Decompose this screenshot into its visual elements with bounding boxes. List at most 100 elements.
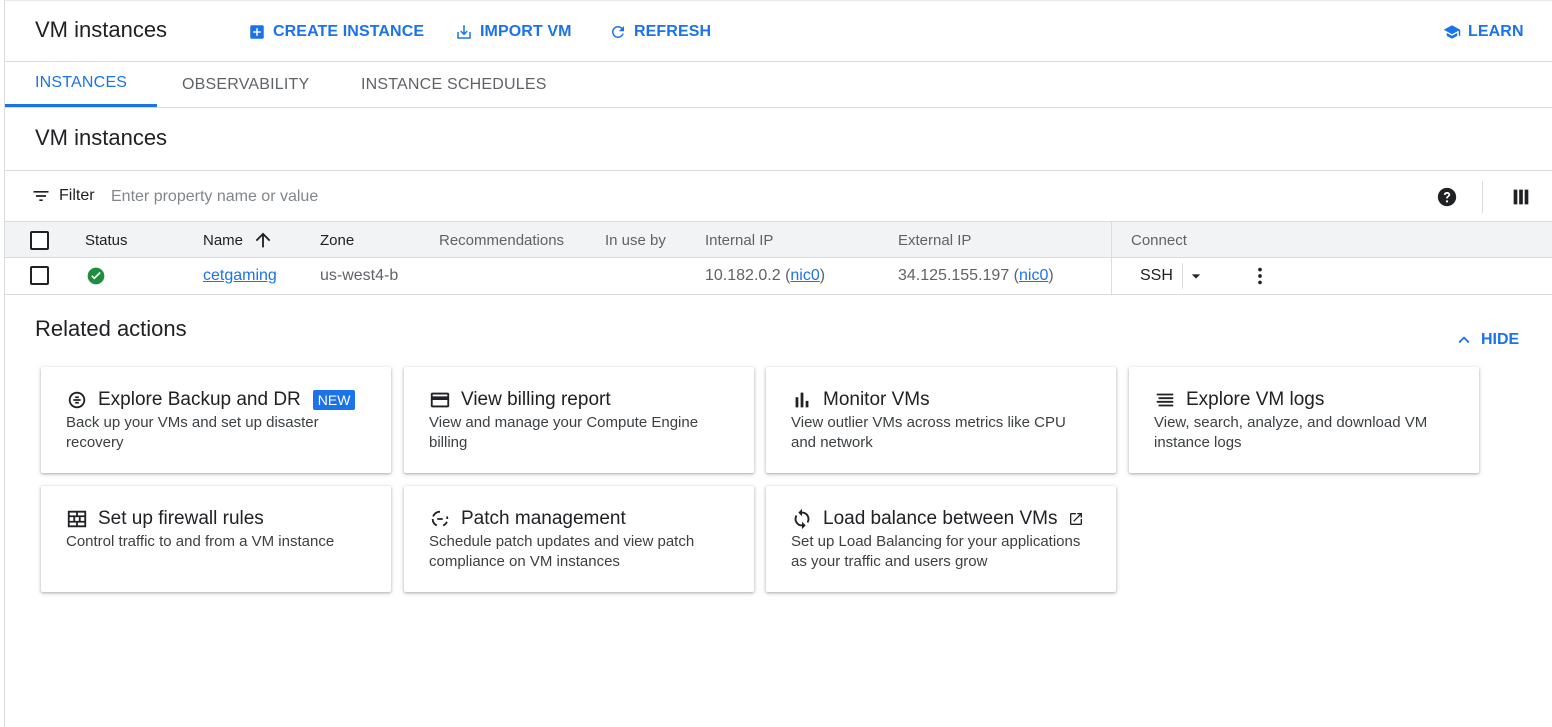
filter-bar: Filter (5, 170, 1552, 222)
row-checkbox[interactable] (30, 266, 49, 285)
card-title: Set up firewall rules (66, 508, 264, 530)
header-name-label: Name (203, 231, 244, 249)
check-circle-icon (87, 267, 105, 285)
chevron-up-icon (1458, 336, 1470, 344)
card-firewall-rules[interactable]: Set up firewall rules Control traffic to… (41, 486, 391, 592)
header-zone[interactable]: Zone (320, 222, 354, 258)
internal-nic-link[interactable]: nic0 (790, 267, 819, 285)
card-title-text: Patch management (461, 508, 626, 529)
card-title: Explore VM logs (1154, 389, 1324, 411)
card-title: View billing report (429, 389, 611, 411)
open-in-new-icon (1069, 513, 1082, 525)
ssh-dropdown[interactable] (1186, 258, 1206, 294)
firewall-icon (67, 510, 87, 528)
card-description: Schedule patch updates and view patch co… (429, 533, 695, 570)
page-title: VM instances (35, 17, 168, 42)
arrow-drop-down-icon (1191, 274, 1201, 279)
more-vert-icon (1258, 267, 1262, 285)
status-cell (86, 258, 106, 294)
section-title: VM instances (35, 125, 168, 150)
card-title-text: Load balance between VMs (823, 508, 1058, 529)
sync-icon (794, 508, 810, 530)
help-icon[interactable] (1436, 186, 1458, 208)
external-ip-cell: 34.125.155.197 (nic0) (898, 267, 1054, 285)
backup-icon (68, 391, 86, 409)
card-load-balance[interactable]: Load balance between VMs Set up Load Bal… (766, 486, 1116, 592)
toolbar-divider (1482, 181, 1483, 213)
tab-observability[interactable]: OBSERVABILITY (152, 62, 339, 107)
tab-instances[interactable]: INSTANCES (5, 62, 158, 107)
card-title: Explore Backup and DR NEW (66, 389, 356, 411)
bar-chart-icon (795, 392, 809, 408)
external-ip: 34.125.155.197 (898, 267, 1010, 284)
card-description: Control traffic to and from a VM instanc… (66, 533, 335, 550)
logs-list-icon (1156, 393, 1174, 407)
create-instance-button[interactable]: CREATE INSTANCE (248, 20, 424, 44)
header-name[interactable]: Name (203, 222, 274, 258)
external-nic-link[interactable]: nic0 (1019, 267, 1048, 285)
card-title-text: Monitor VMs (823, 389, 930, 410)
header-in-use-by[interactable]: In use by (605, 222, 666, 258)
billing-card-icon (430, 392, 450, 408)
header-external-ip[interactable]: External IP (898, 222, 971, 258)
card-title-text: Explore VM logs (1186, 389, 1325, 410)
header-status[interactable]: Status (85, 222, 128, 258)
filter-button[interactable]: Filter (31, 186, 95, 206)
refresh-button[interactable]: REFRESH (609, 20, 711, 44)
hide-label: HIDE (1481, 331, 1520, 348)
hide-button[interactable]: HIDE (1453, 329, 1519, 351)
filter-input[interactable] (109, 184, 709, 210)
select-all-checkbox[interactable] (30, 231, 49, 250)
card-title: Load balance between VMs (791, 508, 1084, 530)
refresh-icon (611, 25, 624, 38)
refresh-label: REFRESH (634, 23, 712, 40)
card-patch-management[interactable]: Patch management Schedule patch updates … (404, 486, 754, 592)
patch-icon (431, 510, 449, 527)
card-description: Back up your VMs and set up disaster rec… (66, 414, 319, 451)
card-title-text: View billing report (461, 389, 611, 410)
card-description: Set up Load Balancing for your applicati… (791, 533, 1081, 570)
school-icon (1443, 25, 1461, 39)
learn-button[interactable]: LEARN (1443, 20, 1524, 44)
tab-bar: INSTANCES OBSERVABILITY INSTANCE SCHEDUL… (5, 62, 1552, 108)
internal-ip: 10.182.0.2 (705, 267, 781, 284)
import-vm-button[interactable]: IMPORT VM (455, 20, 572, 44)
card-monitor-vms[interactable]: Monitor VMs View outlier VMs across metr… (766, 367, 1116, 473)
header-recommendations[interactable]: Recommendations (439, 222, 564, 258)
learn-label: LEARN (1468, 23, 1524, 40)
row-more-menu[interactable] (1249, 258, 1271, 294)
card-description: View and manage your Compute Engine bill… (429, 414, 699, 451)
page-header: VM instances CREATE INSTANCE IMPORT VM R… (5, 0, 1552, 62)
card-title: Patch management (429, 508, 626, 530)
table-row: cetgaming us-west4-b 10.182.0.2 (nic0) 3… (5, 258, 1552, 295)
import-vm-label: IMPORT VM (480, 23, 572, 40)
new-badge: NEW (312, 390, 356, 410)
add-box-icon (250, 25, 264, 39)
header-connect: Connect (1131, 231, 1187, 249)
card-title-text: Set up firewall rules (98, 508, 264, 529)
ssh-button[interactable]: SSH (1140, 258, 1173, 294)
instance-name[interactable]: cetgaming (203, 267, 277, 285)
internal-ip-cell: 10.182.0.2 (nic0) (705, 267, 826, 285)
create-instance-label: CREATE INSTANCE (273, 23, 425, 40)
tab-instance-schedules[interactable]: INSTANCE SCHEDULES (331, 62, 577, 107)
related-actions-title: Related actions (35, 316, 187, 341)
card-description: View, search, analyze, and download VM i… (1154, 414, 1428, 451)
card-title: Monitor VMs (791, 389, 930, 411)
header-internal-ip[interactable]: Internal IP (705, 222, 773, 258)
filter-label: Filter (59, 187, 95, 204)
filter-list-icon (33, 191, 49, 201)
column-display-icon[interactable] (1510, 186, 1532, 208)
app-frame: VM instances CREATE INSTANCE IMPORT VM R… (4, 0, 1552, 727)
card-title-text: Explore Backup and DR (98, 389, 301, 410)
download-icon (457, 25, 471, 39)
card-billing-report[interactable]: View billing report View and manage your… (404, 367, 754, 473)
card-description: View outlier VMs across metrics like CPU… (791, 414, 1066, 451)
instance-name-link[interactable]: cetgaming (203, 258, 277, 294)
ssh-divider (1182, 263, 1183, 289)
card-backup-dr[interactable]: Explore Backup and DR NEW Back up your V… (41, 367, 391, 473)
zone-cell: us-west4-b (320, 267, 399, 284)
connect-column-divider (1111, 221, 1112, 295)
card-vm-logs[interactable]: Explore VM logs View, search, analyze, a… (1129, 367, 1479, 473)
arrow-upward-icon (255, 232, 271, 248)
